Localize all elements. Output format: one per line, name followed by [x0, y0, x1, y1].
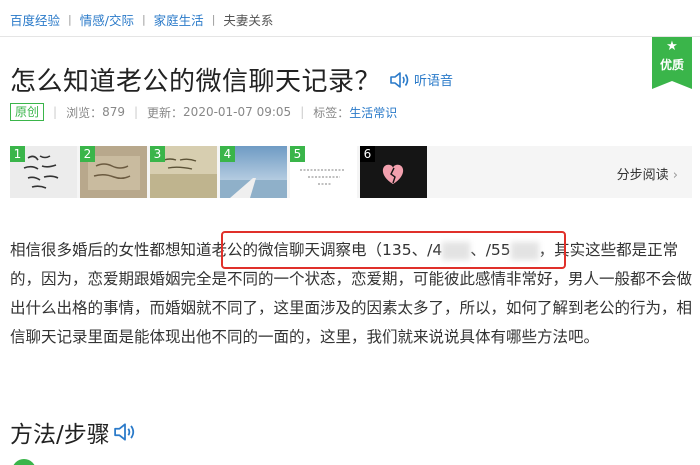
step-read-label: 分步阅读: [616, 168, 669, 183]
step-thumbnail-6[interactable]: 6: [360, 146, 427, 198]
views-label: 浏览：: [66, 105, 103, 120]
step-thumbnail-1[interactable]: 1: [10, 146, 77, 198]
speaker-icon[interactable]: [112, 421, 138, 443]
breadcrumb-item-emotion[interactable]: 情感/交际: [80, 10, 134, 29]
step-number-badge: 1: [10, 146, 25, 162]
step-number-badge: 6: [360, 146, 375, 162]
listen-audio-link[interactable]: 听语音: [414, 70, 453, 89]
red-highlight-box: [221, 231, 566, 269]
paragraph-segment: 相信很多婚后的女性都想知道: [10, 241, 212, 259]
quality-badge: ★ 优质: [652, 37, 692, 89]
page-title: 怎么知道老公的微信聊天记录？: [10, 67, 382, 97]
breadcrumb-item-couple[interactable]: 夫妻关系: [223, 10, 273, 29]
meta-separator: |: [53, 105, 58, 119]
original-tag: 原创: [10, 103, 45, 121]
views-count: 879: [102, 105, 125, 119]
step-number-badge: 3: [150, 146, 165, 162]
chevron-right-icon: ›: [672, 168, 678, 183]
breadcrumb-separator: |: [141, 12, 146, 26]
updated-date: 2020-01-07 09:05: [183, 105, 292, 119]
breadcrumb-separator: |: [68, 12, 72, 26]
meta-separator: |: [300, 105, 305, 119]
breadcrumb-item-family[interactable]: 家庭生活: [154, 10, 204, 29]
breadcrumb-item-baidu-jingyan[interactable]: 百度经验: [10, 10, 60, 29]
breadcrumb: 百度经验 | 情感/交际 | 家庭生活 | 夫妻关系: [10, 9, 273, 29]
tag-link-life-tips[interactable]: 生活常识: [349, 104, 397, 121]
star-icon: ★: [666, 39, 678, 54]
step-number-badge: 4: [220, 146, 235, 162]
section-heading-row: 方法/步骤: [10, 415, 138, 449]
speaker-icon[interactable]: [389, 70, 411, 90]
step-number-badge: 5: [290, 146, 305, 162]
title-row: 怎么知道老公的微信聊天记录？ 听语音: [10, 61, 453, 98]
badge-ribbon-notch: [652, 81, 692, 89]
step-thumbnail-5[interactable]: 5: [290, 146, 357, 198]
step-marker-partial: [12, 459, 36, 465]
tags-label: 标签：: [313, 105, 350, 120]
article-meta: 原创 | 浏览： 879 | 更新： 2020-01-07 09:05 | 标签…: [10, 103, 397, 121]
updated-label: 更新：: [147, 105, 184, 120]
quality-badge-label: 优质: [659, 58, 684, 72]
step-thumbnail-2[interactable]: 2: [80, 146, 147, 198]
step-thumbnail-4[interactable]: 4: [220, 146, 287, 198]
step-thumbnail-strip: 1 2 3 4 5 6 分步阅读 ›: [10, 146, 692, 198]
section-title: 方法/步骤: [10, 422, 110, 448]
meta-separator: |: [133, 105, 139, 119]
step-number-badge: 2: [80, 146, 95, 162]
step-read-link[interactable]: 分步阅读 ›: [617, 164, 678, 183]
step-thumbnail-3[interactable]: 3: [150, 146, 217, 198]
top-divider: [0, 36, 700, 37]
breadcrumb-separator: |: [211, 12, 216, 26]
